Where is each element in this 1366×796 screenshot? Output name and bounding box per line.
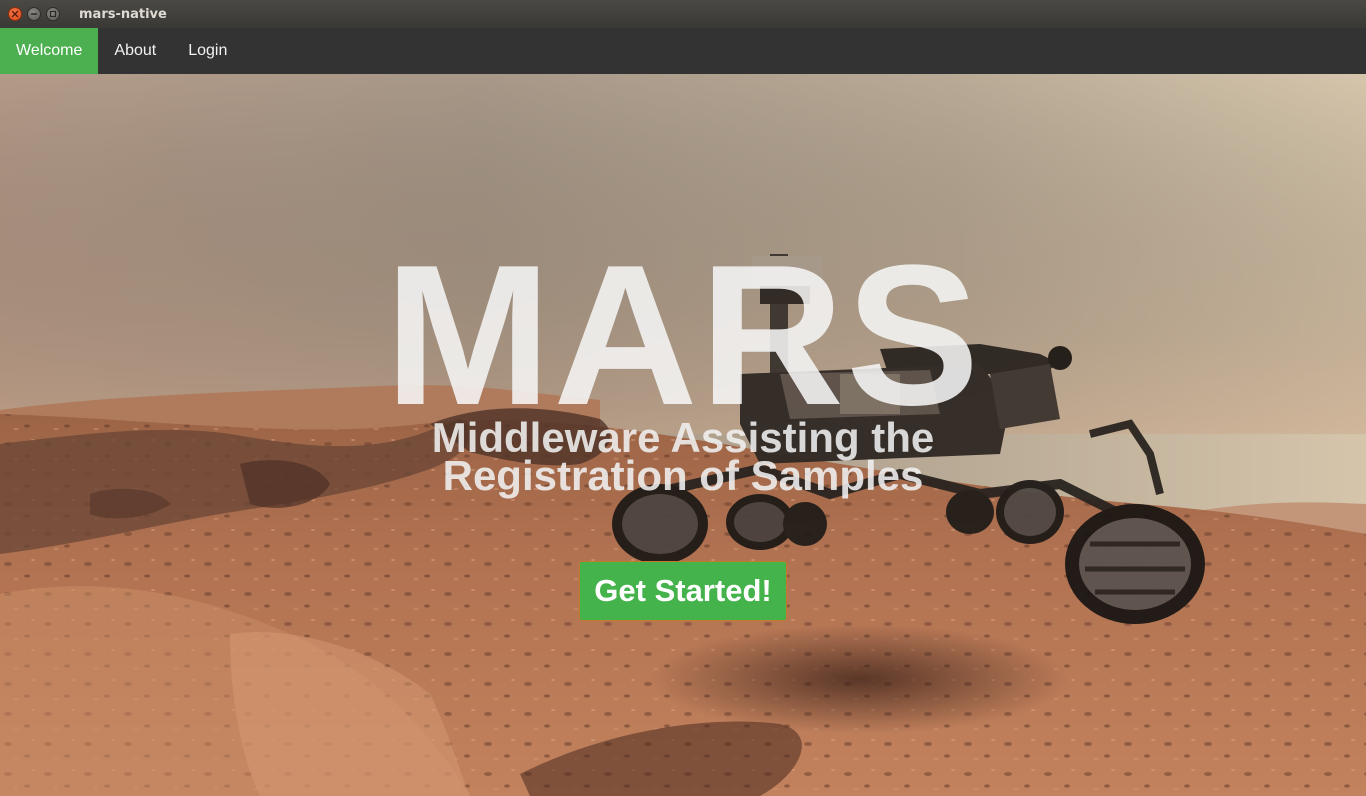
nav-welcome[interactable]: Welcome xyxy=(0,28,99,74)
maximize-icon xyxy=(49,10,57,18)
nav-about[interactable]: About xyxy=(98,28,172,74)
window-titlebar: mars-native xyxy=(0,0,1366,28)
hero-section: MARS Middleware Assisting the Registrati… xyxy=(0,74,1366,796)
window-maximize-button[interactable] xyxy=(46,7,60,21)
hero-subtitle: Middleware Assisting the Registration of… xyxy=(0,417,1366,497)
minimize-icon xyxy=(30,13,38,15)
get-started-button[interactable]: Get Started! xyxy=(579,561,787,621)
close-icon xyxy=(11,10,19,18)
hero-subtitle-line2: Registration of Samples xyxy=(442,452,924,499)
window-minimize-button[interactable] xyxy=(27,7,41,21)
app-window: mars-native Welcome About Login MARS Mid… xyxy=(0,0,1366,796)
window-close-button[interactable] xyxy=(8,7,22,21)
hero-title: MARS xyxy=(384,224,982,447)
nav-login[interactable]: Login xyxy=(172,28,243,74)
window-title: mars-native xyxy=(79,6,167,22)
top-navbar: Welcome About Login xyxy=(0,28,1366,74)
